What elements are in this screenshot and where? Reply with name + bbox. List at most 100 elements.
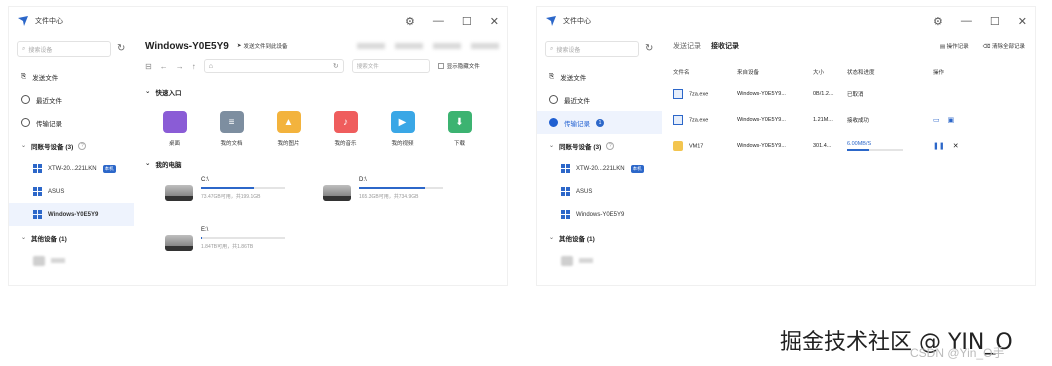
document-icon: ≡ <box>219 111 244 133</box>
chevron-down-icon: ⌄ <box>549 235 555 241</box>
nav-recent-files[interactable]: 最近文件 <box>9 88 134 111</box>
quick-videos[interactable]: ▶ 我的视频 <box>389 111 416 147</box>
settings-icon[interactable]: ⚙ <box>405 15 415 28</box>
refresh-icon[interactable]: ↻ <box>333 62 339 70</box>
device-item-windows-y0e5y9[interactable]: Windows-Y0E5Y9 <box>9 203 134 226</box>
device-item-asus[interactable]: ASUS <box>9 180 134 203</box>
quick-downloads[interactable]: ⬇ 下载 <box>446 111 473 147</box>
file-center-window-right: 文件中心 ⚙ — ☐ ✕ ⌕ 搜索设备 ↻ ⎘ 发送文件 最近文件 传输记录 1… <box>536 6 1036 286</box>
path-bar: ⊟ ← → ↑ ⌂ ↻ 搜索文件 显示隐藏文件 <box>139 57 507 75</box>
path-input[interactable]: ⌂ ↻ <box>203 59 344 73</box>
window-title: 文件中心 <box>35 18 63 25</box>
cancel-icon[interactable]: ✕ <box>953 143 959 150</box>
drive-e[interactable]: E:\ 1.84TB可用，共1.86TB <box>165 227 285 251</box>
quick-desktop[interactable]: 桌面 <box>161 111 188 147</box>
help-icon[interactable]: ? <box>606 141 615 150</box>
group-other-devices[interactable]: ⌄ 其他设备 (1) <box>9 226 134 249</box>
table-row[interactable]: 7za.exe Windows-Y0E5Y9... 1.21M... 接收成功 … <box>673 107 973 133</box>
exe-file-icon <box>673 115 683 125</box>
device-search-input[interactable]: ⌕ 搜索设备 <box>545 41 639 57</box>
table-header: 文件名 来自设备 大小 状态和进度 操作 <box>673 70 945 76</box>
device-title: Windows-Y0E5Y9 <box>145 40 229 52</box>
download-icon: ⬇ <box>447 111 472 133</box>
drive-c[interactable]: C:\ 73.47GB可用，共199.1GB <box>165 177 285 201</box>
sidebar-toggle-icon[interactable]: ⊟ <box>145 62 152 71</box>
file-search-input[interactable]: 搜索文件 <box>351 59 430 73</box>
operation-log-button[interactable]: ▤ 操作记录 <box>940 42 969 50</box>
device-icon <box>33 255 45 266</box>
chevron-down-icon: ⌄ <box>145 88 151 95</box>
forward-icon[interactable]: → <box>176 62 184 71</box>
disk-icon <box>165 185 193 201</box>
search-icon: ⌕ <box>22 45 26 52</box>
windows-icon <box>561 210 570 219</box>
quick-music[interactable]: ♪ 我的音乐 <box>332 111 359 147</box>
quick-documents[interactable]: ≡ 我的文档 <box>218 111 245 147</box>
table-row[interactable]: 7za.exe Windows-Y0E5Y9... 0B/1.2... 已取消 <box>673 81 973 107</box>
search-icon: ⌕ <box>550 45 554 52</box>
drive-d[interactable]: D:\ 165.3GB可用，共734.9GB <box>323 177 443 201</box>
device-search-input[interactable]: ⌕ 搜索设备 <box>17 41 111 57</box>
title-bar: 文件中心 ⚙ — ☐ ✕ <box>9 7 507 35</box>
minimize-icon[interactable]: — <box>433 15 444 27</box>
device-item-blurred[interactable] <box>9 249 134 272</box>
clock-icon <box>549 95 558 104</box>
group-same-account[interactable]: ⌄ 同账号设备 (3) ? <box>9 134 134 157</box>
nav-send-files[interactable]: ⎘ 发送文件 <box>9 65 134 88</box>
drive-usage-bar <box>359 187 443 189</box>
device-item-windows-y0e5y9[interactable]: Windows-Y0E5Y9 <box>537 203 662 226</box>
settings-icon[interactable]: ⚙ <box>933 15 943 28</box>
exe-file-icon <box>673 89 683 99</box>
local-device-badge: 本机 <box>102 164 116 173</box>
chevron-down-icon: ⌄ <box>21 143 27 149</box>
tab-sent-records[interactable]: 发送记录 <box>673 41 701 51</box>
table-row[interactable]: VM17 Windows-Y0E5Y9... 301.4... 6.00MB/S… <box>673 133 973 159</box>
app-logo-icon <box>18 16 28 26</box>
clear-all-button[interactable]: ⌫ 清除全部记录 <box>983 42 1025 50</box>
refresh-icon[interactable]: ↻ <box>117 43 125 54</box>
refresh-icon[interactable]: ↻ <box>645 43 653 54</box>
nav-send-files[interactable]: ⎘ 发送文件 <box>537 65 662 88</box>
records-table: 文件名 来自设备 大小 状态和进度 操作 7za.exe Windows-Y0E… <box>673 63 973 159</box>
window-title: 文件中心 <box>563 18 591 25</box>
device-item-xtw[interactable]: XTW-20...221LKN 本机 <box>537 157 662 180</box>
group-same-account[interactable]: ⌄ 同账号设备 (3) ? <box>537 134 662 157</box>
tab-received-records[interactable]: 接收记录 <box>711 41 739 51</box>
windows-icon <box>33 210 42 219</box>
back-icon[interactable]: ← <box>160 62 168 71</box>
folder-icon <box>162 111 187 133</box>
up-icon[interactable]: ↑ <box>192 62 196 71</box>
windows-icon <box>33 187 42 196</box>
help-icon[interactable]: ? <box>78 141 87 150</box>
checkbox-icon <box>437 63 444 69</box>
open-file-icon[interactable]: ▣ <box>948 117 955 124</box>
minimize-icon[interactable]: — <box>961 15 972 27</box>
maximize-icon[interactable]: ☐ <box>990 15 1000 28</box>
show-hidden-checkbox[interactable]: 显示隐藏文件 <box>437 62 480 70</box>
windows-icon <box>561 187 570 196</box>
blurred-device-name <box>51 258 65 263</box>
pause-icon[interactable]: ❚❚ <box>933 143 945 150</box>
chevron-down-icon: ⌄ <box>549 143 555 149</box>
send-to-device-button[interactable]: ➤ 发送文件到此设备 <box>237 42 288 50</box>
open-folder-icon[interactable]: ▭ <box>933 117 940 124</box>
sidebar: ⌕ 搜索设备 ↻ ⎘ 发送文件 最近文件 传输记录 ⌄ 同账号设备 (3) ? <box>9 35 134 285</box>
device-item-asus[interactable]: ASUS <box>537 180 662 203</box>
drive-list: C:\ 73.47GB可用，共199.1GB D:\ 165.3GB可用，共73… <box>139 169 507 279</box>
nav-transfer-records[interactable]: 传输记录 1 <box>537 111 662 134</box>
group-other-devices[interactable]: ⌄ 其他设备 (1) <box>537 226 662 249</box>
log-icon: ▤ <box>939 44 946 50</box>
nav-transfer-records[interactable]: 传输记录 <box>9 111 134 134</box>
close-icon[interactable]: ✕ <box>490 15 499 28</box>
maximize-icon[interactable]: ☐ <box>462 15 472 28</box>
sidebar: ⌕ 搜索设备 ↻ ⎘ 发送文件 最近文件 传输记录 1 ⌄ 同账号设备 (3) … <box>537 35 662 285</box>
watermark-sub: CSDN @Yin_O手 <box>910 346 1005 360</box>
nav-recent-files[interactable]: 最近文件 <box>537 88 662 111</box>
drive-usage-bar <box>201 187 285 189</box>
quick-pictures[interactable]: ▲ 我的图片 <box>275 111 302 147</box>
device-item-blurred[interactable] <box>537 249 662 272</box>
close-icon[interactable]: ✕ <box>1018 15 1027 28</box>
file-center-window-left: 文件中心 ⚙ — ☐ ✕ ⌕ 搜索设备 ↻ ⎘ 发送文件 最近文件 传输记录 ⌄… <box>8 6 508 286</box>
transfer-icon <box>21 118 30 127</box>
device-item-xtw[interactable]: XTW-20...221LKN 本机 <box>9 157 134 180</box>
